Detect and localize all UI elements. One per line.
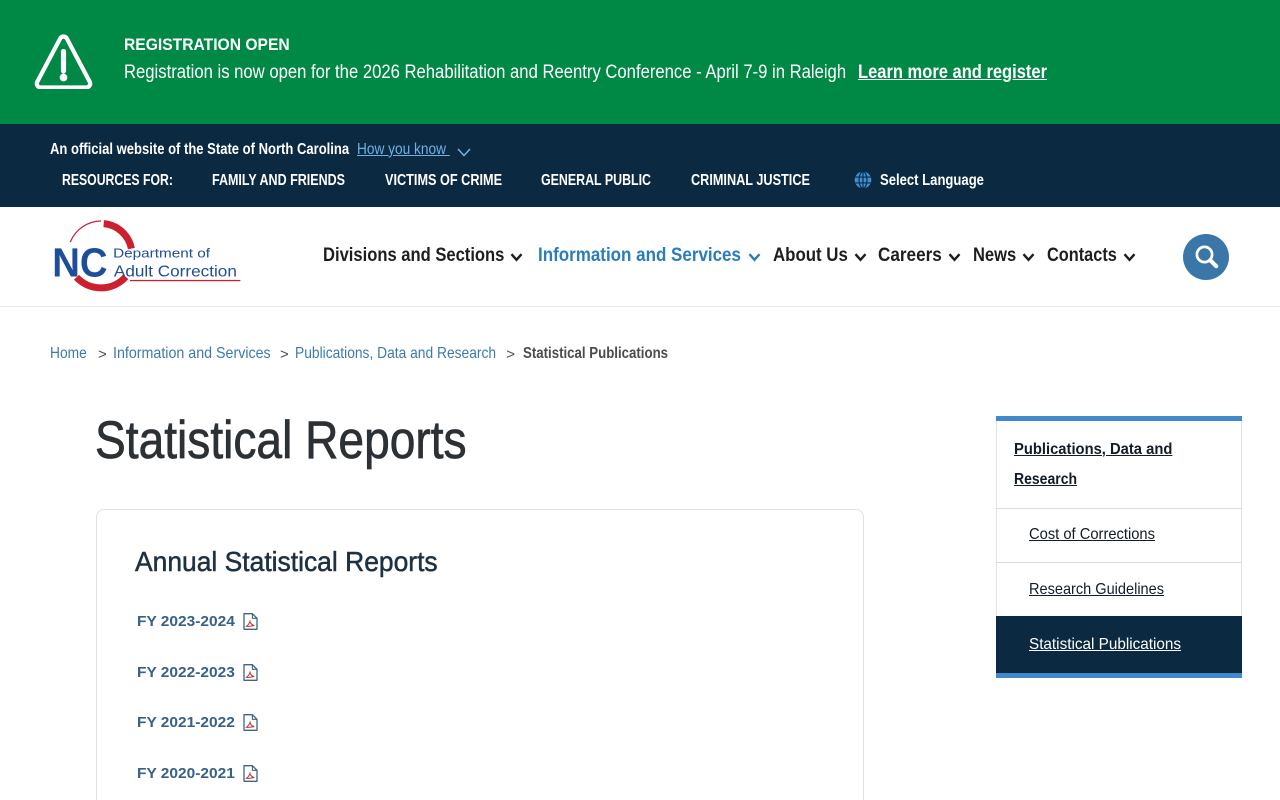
svg-text:Department of: Department of <box>113 245 210 260</box>
svg-text:NC: NC <box>52 240 107 286</box>
svg-text:Adult Correction: Adult Correction <box>114 264 237 281</box>
